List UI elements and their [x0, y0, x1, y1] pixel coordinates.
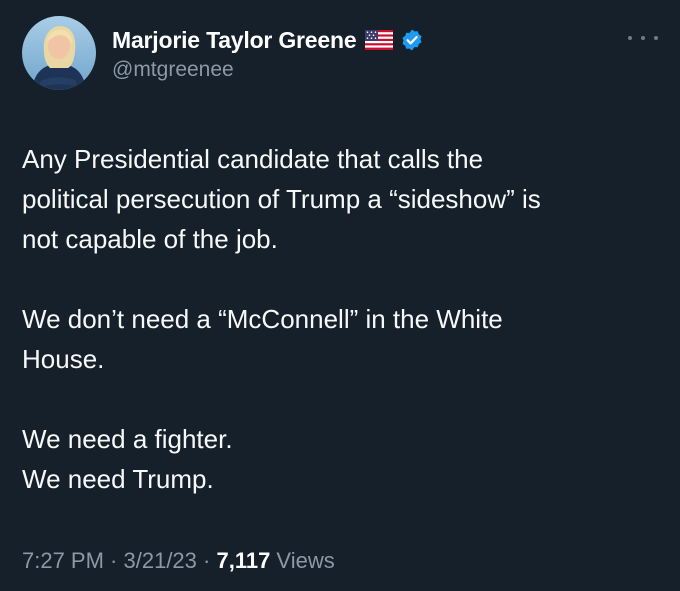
name-row: Marjorie Taylor Greene [112, 24, 424, 56]
tweet-meta: 7:27 PM · 3/21/23 · 7,117 Views [22, 548, 335, 574]
dot [654, 36, 658, 40]
views-label: Views [270, 548, 335, 573]
tweet-line: political persecution of Trump a “sidesh… [22, 184, 541, 214]
tweet-line: We need Trump. [22, 464, 214, 494]
tweet-line: Any Presidential candidate that calls th… [22, 144, 484, 174]
tweet-line: We don’t need a “McConnell” in the White [22, 304, 503, 334]
more-options-icon[interactable] [628, 30, 658, 46]
tweet-line: House. [22, 344, 105, 374]
author-handle[interactable]: @mtgreenee [112, 58, 424, 82]
avatar[interactable] [22, 16, 96, 90]
tweet-time[interactable]: 7:27 PM [22, 548, 104, 573]
author-info: Marjorie Taylor Greene @mtgreenee [112, 24, 424, 82]
separator: · [196, 548, 217, 573]
verified-badge-icon[interactable] [400, 28, 424, 52]
tweet-date[interactable]: 3/21/23 [124, 548, 197, 573]
us-flag-icon [365, 30, 394, 50]
views-count[interactable]: 7,117 [216, 548, 270, 573]
tweet-text: Any Presidential candidate that calls th… [22, 139, 658, 499]
display-name[interactable]: Marjorie Taylor Greene [112, 27, 357, 54]
tweet-line: We need a fighter. [22, 424, 233, 454]
tweet-header: Marjorie Taylor Greene @mtgreenee [22, 16, 424, 90]
tweet-line: not capable of the job. [22, 224, 278, 254]
separator: · [103, 548, 124, 573]
dot [641, 36, 645, 40]
dot [628, 36, 632, 40]
tweet-card: Marjorie Taylor Greene @mtgreenee Any Pr… [0, 0, 680, 591]
